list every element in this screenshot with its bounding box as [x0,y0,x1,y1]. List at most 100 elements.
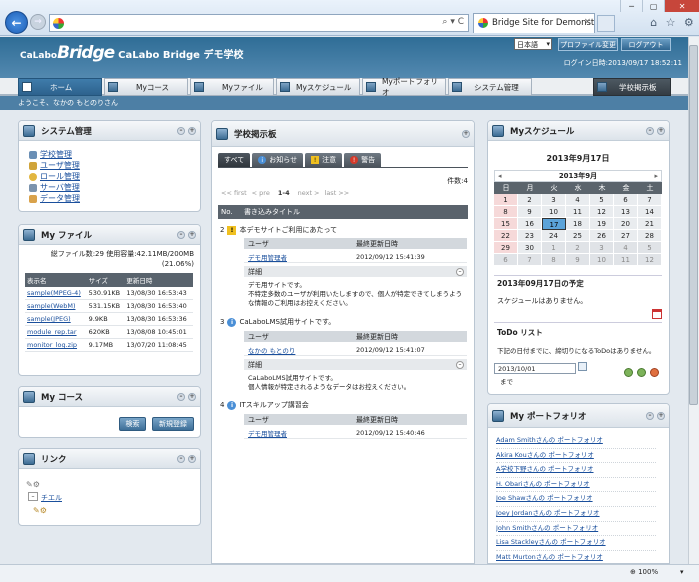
calendar-day[interactable]: 6 [614,194,638,206]
post-user-link[interactable]: なかの もとのり [244,345,356,355]
file-link[interactable]: module_rep.tar [27,328,77,336]
link-chieru[interactable]: チエル [41,493,62,503]
calendar-day[interactable]: 15 [494,218,518,230]
maximize-icon[interactable]: + [188,126,196,135]
post-title-row[interactable]: 4 i ITスキルアップ講習会 [220,400,309,410]
menu-tab-schedule[interactable]: Myスケジュール [276,78,360,96]
close-window-icon[interactable]: ✕ [664,0,699,12]
tab-notice[interactable]: i お知らせ [252,153,304,167]
calendar-day[interactable]: 7 [518,254,542,266]
calendar-day[interactable]: 10 [542,206,566,218]
portfolio-link[interactable]: Adam Smithさんの ポートフォリオ [496,436,603,444]
minimize-icon[interactable]: – [177,454,185,463]
portfolio-link[interactable]: Akira Kouさんの ポートフォリオ [496,451,594,459]
calendar-day[interactable]: 24 [542,230,566,242]
minimize-icon[interactable]: – [177,126,185,135]
calendar-day[interactable]: 9 [566,254,590,266]
calendar-add-icon[interactable] [652,309,662,319]
menu-tab-file[interactable]: Myファイル [190,78,274,96]
col-name[interactable]: 表示名 [25,273,87,287]
minimize-icon[interactable]: – [646,126,654,135]
portfolio-link[interactable]: Joe Shawさんの ポートフォリオ [496,494,593,502]
tab-warning[interactable]: ! 警告 [344,153,382,167]
address-bar[interactable]: ⌕ ▾ C [49,14,469,32]
maximize-icon[interactable]: + [657,411,665,420]
language-select[interactable]: 日本語 ▾ [514,38,552,50]
calendar-day[interactable]: 4 [566,194,590,206]
file-link[interactable]: sample(WebM) [27,302,75,310]
post-detail-bar[interactable]: 詳細 – [244,359,467,370]
minimize-icon[interactable]: – [646,411,654,420]
menu-tab-home[interactable]: ホーム [18,78,102,96]
calendar-day[interactable]: 10 [590,254,614,266]
menu-tab-course[interactable]: Myコース [104,78,188,96]
file-link[interactable]: monitor_log.zip [27,341,77,349]
site-logo[interactable]: CaLaboBridge CaLabo Bridge デモ学校 [16,43,243,63]
maximize-icon[interactable]: + [462,129,470,138]
calendar-day[interactable]: 16 [518,218,542,230]
post-user-link[interactable]: デモ用管理者 [244,252,356,262]
calendar-day[interactable]: 19 [590,218,614,230]
calendar-day[interactable]: 14 [638,206,662,218]
link-school-admin[interactable]: 学校管理 [40,149,72,160]
calendar-day[interactable]: 3 [590,242,614,254]
maximize-icon[interactable]: + [188,454,196,463]
link-role-admin[interactable]: ロール管理 [40,171,80,182]
minimize-icon[interactable]: ─ [620,0,642,12]
course-search-button[interactable]: 検索 [119,417,146,431]
portfolio-link[interactable]: John Smithさんの ポートフォリオ [496,524,598,532]
calendar-day[interactable]: 26 [590,230,614,242]
calendar-day[interactable]: 1 [542,242,566,254]
maximize-icon[interactable]: + [657,126,665,135]
calendar-day[interactable]: 30 [518,242,542,254]
col-updated[interactable]: 更新日時 [124,273,193,287]
maximize-icon[interactable]: + [188,392,196,401]
portfolio-link[interactable]: H. Obariさんの ポートフォリオ [496,480,590,488]
menu-tab-system[interactable]: システム管理 [448,78,532,96]
favorites-star-icon[interactable]: ☆ [666,16,676,30]
post-title-row[interactable]: 2! 本デモサイトご利用にあたって [220,225,337,235]
minimize-icon[interactable]: – [177,230,185,239]
collapse-icon[interactable]: – [456,360,464,369]
delete-icon[interactable] [650,368,659,377]
maximize-icon[interactable]: ▢ [642,0,664,12]
calendar-day[interactable]: 9 [518,206,542,218]
link-data-admin[interactable]: データ管理 [40,193,80,204]
maximize-icon[interactable]: + [188,230,196,239]
post-user-link[interactable]: デモ用管理者 [244,428,356,438]
calendar-day[interactable]: 8 [542,254,566,266]
browser-tab[interactable]: Bridge Site for Demonst... × [473,13,595,33]
calendar-day[interactable]: 11 [566,206,590,218]
calendar-day[interactable]: 11 [614,254,638,266]
post-detail-bar[interactable]: 詳細 – [244,266,467,277]
calendar-day[interactable]: 3 [542,194,566,206]
course-new-button[interactable]: 新規登録 [152,417,194,431]
link-edit-icon[interactable]: ✎⚙ [33,506,47,515]
calendar-day[interactable]: 12 [638,254,662,266]
zoom-level[interactable]: ⊕ 100% [630,568,658,576]
portfolio-link[interactable]: Matt Murtonさんの ポートフォリオ [496,553,603,561]
calendar-day[interactable]: 18 [566,218,590,230]
link-server-admin[interactable]: サーバ管理 [40,182,80,193]
todo-date-input[interactable]: 2013/10/01 [494,363,576,374]
pager-next[interactable]: next > [298,189,320,197]
menu-tab-portfolio[interactable]: Myポートフォリオ [362,77,446,97]
address-controls[interactable]: ⌕ ▾ C [442,17,464,27]
back-button[interactable]: ← [5,11,28,34]
tab-caution[interactable]: ! 注意 [305,153,343,167]
calendar-day[interactable]: 27 [614,230,638,242]
pager-prev[interactable]: < pre [252,189,270,197]
calendar-day[interactable]: 23 [518,230,542,242]
tab-close-icon[interactable]: × [584,17,591,27]
portfolio-link[interactable]: Joey Jordanさんの ポートフォリオ [496,509,600,517]
calendar-day[interactable]: 12 [590,206,614,218]
prev-month-icon[interactable]: ◂ [498,172,502,180]
file-link[interactable]: sample(JPEG) [27,315,71,323]
link-tools-icon[interactable]: ✎⚙ [26,480,40,489]
menu-tab-board[interactable]: 学校掲示板 [593,78,671,96]
calendar-day[interactable]: 28 [638,230,662,242]
logout-button[interactable]: ログアウト [621,38,671,51]
forward-button[interactable]: → [30,14,46,30]
new-tab-button[interactable] [597,15,615,32]
minimize-icon[interactable]: – [177,392,185,401]
